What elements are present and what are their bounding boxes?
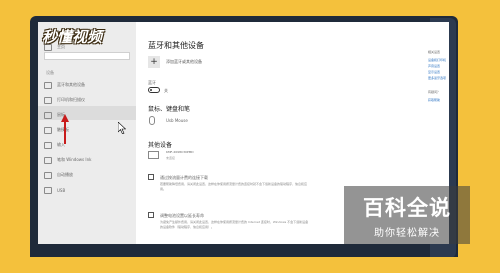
page-title: 蓝牙和其他设备 [148,41,204,50]
bluetooth-label: 蓝牙 [148,80,156,85]
other-devices-title: 其他设备 [148,142,173,149]
keyboard-icon [44,141,52,149]
metered-description: 若要帮助降低费用，请关闭此设置，这样在你使用按流量计费的连接时就不会下载新设备的… [160,182,308,191]
sidebar-item-printers[interactable]: 打印机和扫描仪 [44,95,85,105]
watermark-title: 百科全说 [363,196,451,220]
sidebar-item-label: 自动播放 [57,172,73,177]
sidebar-item-label: 打印机和扫描仪 [57,97,85,102]
battery-description: 为避免产生额外费用，请关闭此设置，这样在你使用按流量计费的 Internet 连… [160,220,309,229]
search-input[interactable] [44,52,130,60]
other-device-status: 未连接 [166,156,176,160]
mouse-device-icon [149,116,155,125]
watermark-badge: 百科全说 助你轻松解决 [344,186,470,244]
metered-label: 通过按流量计费的连接下载 [160,175,208,180]
sidebar-item-label: USB [57,187,66,193]
mouse-device-name[interactable]: Usb Mouse [166,118,188,123]
brand-logo: 秒懂视频 [42,28,103,46]
touchpad-icon [44,126,52,134]
related-link[interactable]: 设备和打印机 [428,58,446,62]
mouse-icon [44,111,52,119]
red-pointer-icon [61,114,69,144]
pen-icon [44,156,52,164]
related-link[interactable]: 显示设置 [428,70,440,74]
sidebar-item-autoplay[interactable]: 自动播放 [44,170,73,180]
battery-checkbox[interactable] [148,212,154,218]
add-device-button[interactable]: + [148,56,160,68]
sidebar-section-title: 设备 [46,70,54,75]
help-link[interactable]: 获取帮助 [428,98,440,102]
yellow-band [0,257,500,273]
bluetooth-toggle[interactable] [148,87,160,93]
bluetooth-state: 关 [164,88,168,93]
usb-icon [44,186,52,194]
sidebar-item-bluetooth[interactable]: 蓝牙和其他设备 [44,80,85,90]
related-link[interactable]: 更多蓝牙选项 [428,76,446,80]
add-device-label[interactable]: 添加蓝牙或其他设备 [166,59,202,65]
sidebar-item-label: 笔和 Windows Ink [57,157,92,162]
autoplay-icon [44,171,52,179]
sidebar-item-label: 蓝牙和其他设备 [57,82,85,87]
related-settings-title: 相关设置 [428,50,441,54]
sidebar-item-usb[interactable]: USB [44,185,65,195]
sidebar-item-pen[interactable]: 笔和 Windows Ink [44,155,91,165]
battery-label: 调整电池设置以延长寿命 [160,213,204,218]
metered-checkbox[interactable] [148,174,154,180]
mouse-cursor-icon [118,122,126,134]
mouse-section-title: 鼠标、键盘和笔 [148,106,191,113]
help-title: 有疑问？ [428,90,441,94]
printer-icon [44,96,52,104]
other-device-name[interactable]: KMF-2098C30PMD [166,150,194,154]
bluetooth-icon [44,81,52,89]
watermark-subtitle: 助你轻松解决 [374,228,440,239]
related-link[interactable]: 声音设置 [428,64,440,68]
monitor-device-icon [148,151,159,159]
